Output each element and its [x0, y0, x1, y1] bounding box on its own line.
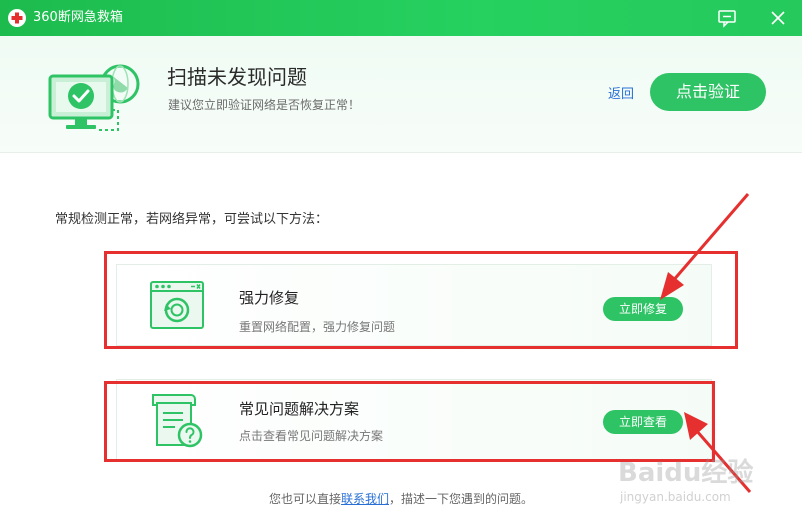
repair-now-button[interactable]: 立即修复	[603, 297, 683, 321]
page-title: 扫描未发现问题	[167, 65, 307, 89]
verify-button[interactable]: 点击验证	[650, 73, 766, 111]
app-logo-icon	[8, 9, 26, 27]
back-link[interactable]: 返回	[608, 87, 634, 103]
app-title: 360断网急救箱	[33, 10, 123, 25]
title-bar: 360断网急救箱	[0, 0, 802, 36]
intro-text: 常规检测正常，若网络异常，可尝试以下方法：	[55, 212, 329, 227]
result-header: 扫描未发现问题 建议您立即验证网络是否恢复正常！ 返回 点击验证	[0, 36, 802, 153]
close-icon[interactable]	[768, 8, 788, 28]
view-now-button[interactable]: 立即查看	[603, 410, 683, 434]
footer-suffix: ，描述一下您遇到的问题。	[389, 492, 534, 506]
faq-document-icon	[149, 393, 205, 449]
card-description: 点击查看常见问题解决方案	[239, 429, 384, 443]
repair-window-icon	[149, 278, 205, 334]
faq-card: 常见问题解决方案 点击查看常见问题解决方案 立即查看	[116, 379, 712, 461]
footer-prefix: 您也可以直接	[268, 492, 341, 506]
contact-us-link[interactable]: 联系我们	[341, 492, 389, 506]
card-title: 强力修复	[239, 289, 300, 307]
card-title: 常见问题解决方案	[239, 400, 360, 418]
feedback-icon[interactable]	[717, 8, 737, 28]
footer-text: 您也可以直接联系我们，描述一下您遇到的问题。	[0, 492, 802, 507]
repair-card: 强力修复 重置网络配置，强力修复问题 立即修复	[116, 264, 712, 346]
monitor-globe-icon	[46, 60, 146, 140]
card-description: 重置网络配置，强力修复问题	[239, 320, 396, 334]
page-subtitle: 建议您立即验证网络是否恢复正常！	[168, 98, 361, 112]
